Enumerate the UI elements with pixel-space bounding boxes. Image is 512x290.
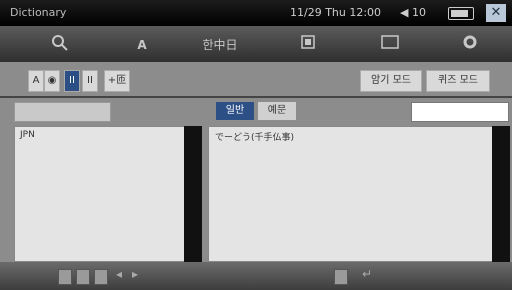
- edit-icon[interactable]: [94, 269, 108, 285]
- bookmark-icon[interactable]: [76, 269, 90, 285]
- add-word-button[interactable]: +匝: [104, 70, 130, 92]
- note-icon[interactable]: [58, 269, 72, 285]
- app-window: Dictionary 11/29 Thu 12:00 ◀ 10 ✕ A 한中日 …: [0, 0, 512, 290]
- clock: 11/29 Thu 12:00: [290, 6, 382, 19]
- undo-icon[interactable]: ↵: [362, 267, 372, 281]
- pause-alt-button[interactable]: II: [82, 70, 98, 92]
- definition-content: でーどう(千手仏事): [208, 126, 494, 262]
- close-button[interactable]: ✕: [486, 4, 506, 22]
- word-list-pane: JPN: [14, 102, 202, 262]
- word-list-scrollbar[interactable]: [184, 126, 202, 262]
- search-input[interactable]: [411, 102, 509, 122]
- battery-icon: [448, 7, 474, 20]
- app-title: Dictionary: [10, 6, 67, 19]
- search-icon[interactable]: [44, 34, 76, 56]
- hanja-button[interactable]: 한中日: [198, 34, 242, 56]
- back-icon[interactable]: ◂: [116, 267, 122, 281]
- main-toolbar: A 한中日: [0, 26, 512, 62]
- window-icon[interactable]: [376, 34, 404, 56]
- word-list[interactable]: JPN: [14, 126, 186, 262]
- divider: [0, 96, 512, 98]
- definition-pane: 일반 예문 でーどう(千手仏事): [208, 102, 510, 262]
- tab-examples[interactable]: 예문: [258, 102, 296, 120]
- definition-text: でーどう(千手仏事): [215, 133, 295, 143]
- memorize-mode-button[interactable]: 암기 모드: [360, 70, 422, 92]
- pause-button[interactable]: II: [64, 70, 80, 92]
- lock-icon[interactable]: [334, 269, 348, 285]
- list-header-box: [14, 102, 111, 122]
- volume-indicator[interactable]: ◀ 10: [400, 6, 426, 19]
- definition-scrollbar[interactable]: [492, 126, 510, 262]
- font-size-button[interactable]: A: [128, 34, 156, 56]
- sub-toolbar: A ◉ II II +匝 암기 모드 퀴즈 모드: [14, 66, 502, 92]
- title-bar: Dictionary 11/29 Thu 12:00 ◀ 10 ✕: [0, 0, 512, 26]
- panel-icon[interactable]: [296, 34, 320, 56]
- gear-icon[interactable]: [458, 34, 482, 56]
- forward-icon[interactable]: ▸: [132, 267, 138, 281]
- quiz-mode-button[interactable]: 퀴즈 모드: [426, 70, 490, 92]
- bottom-toolbar: ◂ ▸ ↵: [0, 262, 512, 290]
- list-item[interactable]: JPN: [15, 127, 185, 143]
- font-toggle-button[interactable]: A: [28, 70, 44, 92]
- eye-button[interactable]: ◉: [44, 70, 60, 92]
- tab-general[interactable]: 일반: [216, 102, 254, 120]
